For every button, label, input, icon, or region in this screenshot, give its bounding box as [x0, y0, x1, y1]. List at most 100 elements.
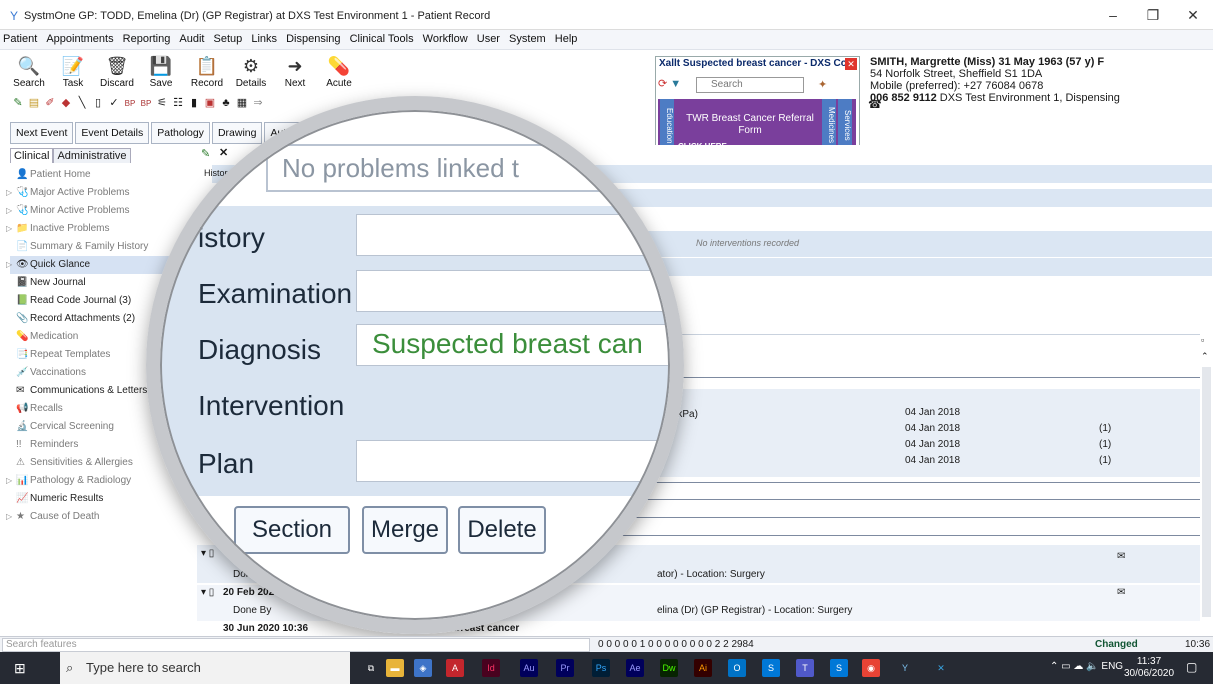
tab-administrative[interactable]: Administrative [53, 148, 131, 163]
bars-icon[interactable]: ▦ [234, 96, 250, 109]
expand-icon[interactable]: ▷ [6, 256, 12, 274]
skype-icon[interactable]: S [762, 659, 780, 677]
dxs-filter-icon[interactable]: ▼ [670, 78, 681, 90]
close-button[interactable]: ✕ [1176, 4, 1210, 26]
menu-system[interactable]: System [506, 30, 549, 48]
expand-icon[interactable]: ▷ [6, 220, 12, 238]
people-icon[interactable]: ♣ [218, 97, 234, 109]
dxs-refresh-icon[interactable]: ⟳ [658, 78, 667, 90]
file-explorer-icon[interactable]: ▬ [386, 659, 404, 677]
maximize-icon[interactable]: ▫ [1201, 335, 1204, 345]
illustrator-icon[interactable]: Ai [694, 659, 712, 677]
menu-audit[interactable]: Audit [176, 30, 207, 48]
vial-icon[interactable]: ◆ [58, 96, 74, 109]
event-details-button[interactable]: Event Details [75, 122, 150, 144]
sidebar-item-major-active-problems[interactable]: ▷ 🩺 Major Active Problems [6, 184, 197, 202]
minimize-button[interactable]: – [1096, 4, 1130, 26]
bp2-icon[interactable]: BP [138, 99, 154, 108]
details-button[interactable]: ⚙ Details [230, 54, 272, 89]
next-button[interactable]: ➜ Next [274, 54, 316, 89]
premiere-icon[interactable]: Pr [556, 659, 574, 677]
teams-icon[interactable]: T [796, 659, 814, 677]
task-button[interactable]: 📝 Task [52, 54, 94, 89]
folder-icon[interactable]: ▤ [26, 96, 42, 109]
menu-appointments[interactable]: Appointments [43, 30, 116, 48]
sidebar-item-patient-home[interactable]: 👤 Patient Home [10, 166, 197, 184]
letter-icon[interactable]: ✉ [1117, 551, 1125, 562]
taskbar-search[interactable]: ⌕ Type here to search [60, 652, 350, 684]
indesign-icon[interactable]: Id [482, 659, 500, 677]
discard-button[interactable]: 🗑 Discard [96, 54, 138, 89]
bp-icon[interactable]: BP [122, 99, 138, 108]
dxs-tools-icon[interactable]: ✦ [818, 78, 827, 91]
collapse-icon[interactable]: ▾ ▯ [201, 587, 214, 598]
menu-patient[interactable]: Patient [0, 30, 40, 48]
dxs-icon[interactable]: ✕ [932, 659, 950, 677]
expand-icon[interactable]: ▷ [6, 472, 12, 490]
microscope-icon[interactable]: ☷ [170, 96, 186, 109]
menu-setup[interactable]: Setup [211, 30, 246, 48]
language-indicator[interactable]: ENG [1101, 661, 1123, 672]
acute-button[interactable]: 💊 Acute [318, 54, 360, 89]
outlook-icon[interactable]: O [728, 659, 746, 677]
pen-icon[interactable]: ✐ [42, 96, 58, 109]
systmone-icon[interactable]: Y [896, 659, 914, 677]
menu-dispensing[interactable]: Dispensing [283, 30, 343, 48]
chrome-icon[interactable]: ◉ [862, 659, 880, 677]
sidebar-item-cause-of-death[interactable]: ▷ ★ Cause of Death [6, 508, 197, 526]
menu-clinical-tools[interactable]: Clinical Tools [347, 30, 417, 48]
after-effects-icon[interactable]: Ae [626, 659, 644, 677]
notification-icon[interactable]: ▢ [1186, 660, 1197, 674]
clear-icon[interactable]: ✕ [219, 146, 228, 159]
taskbar-search-label: Type here to search [86, 660, 201, 675]
windows-start-icon[interactable]: ⊞ [14, 660, 26, 677]
audition-icon[interactable]: Au [520, 659, 538, 677]
dxs-close-icon[interactable]: ✕ [845, 58, 857, 70]
chart-icon[interactable]: ⚟ [154, 96, 170, 109]
acrobat-icon[interactable]: A [446, 659, 464, 677]
problem-icon[interactable]: ✎ [10, 96, 26, 109]
problem-add-icon[interactable]: ✎ [201, 147, 210, 160]
bin-icon[interactable]: ▮ [186, 96, 202, 109]
expand-icon[interactable]: ▷ [6, 202, 12, 220]
next-event-button[interactable]: Next Event [10, 122, 74, 144]
task-view-icon[interactable]: ⧉ [362, 659, 380, 677]
taskbar-clock[interactable]: 11:37 30/06/2020 [1124, 656, 1174, 680]
skype-business-icon[interactable]: S [830, 659, 848, 677]
tab-clinical[interactable]: Clinical [10, 148, 54, 163]
pathology-button[interactable]: Pathology [151, 122, 210, 144]
check-icon[interactable]: ✓ [106, 96, 122, 109]
arrow-icon[interactable]: ⇒ [250, 96, 266, 109]
dxs-search-input[interactable]: Search [696, 77, 804, 93]
report-icon[interactable]: ▣ [202, 96, 218, 109]
drawing-button[interactable]: Drawing [211, 122, 263, 144]
restore-button[interactable]: ❐ [1136, 4, 1170, 26]
letter-icon[interactable]: ✉ [1117, 587, 1125, 598]
patient-address: 54 Norfolk Street, Sheffield S1 1DA [870, 68, 1043, 80]
scrollbar[interactable] [1202, 367, 1211, 617]
photoshop-icon[interactable]: Ps [592, 659, 610, 677]
menu-user[interactable]: User [474, 30, 503, 48]
app-icon[interactable]: ◈ [414, 659, 432, 677]
search-features-input[interactable]: Search features [2, 638, 590, 652]
menu-reporting[interactable]: Reporting [120, 30, 174, 48]
expand-icon[interactable]: ▷ [6, 184, 12, 202]
task-icon: 📝 [61, 56, 85, 76]
collapse-icon[interactable]: ▾ ▯ [201, 548, 214, 559]
menu-links[interactable]: Links [248, 30, 280, 48]
system-tray[interactable]: ⌃ ▭ ☁ 🔈 ENG [1050, 661, 1123, 672]
sidebar-item-label: Reminders [30, 439, 79, 450]
dreamweaver-icon[interactable]: Dw [660, 659, 678, 677]
menu-help[interactable]: Help [552, 30, 581, 48]
search-label: Search [13, 78, 45, 89]
menu-workflow[interactable]: Workflow [420, 30, 471, 48]
record-button[interactable]: 📋 Record [186, 54, 228, 89]
save-button[interactable]: 💾 Save [140, 54, 182, 89]
search-button[interactable]: 🔍 Search [8, 54, 50, 89]
expand-icon[interactable]: ▷ [6, 508, 12, 526]
next-icon: ➜ [287, 56, 303, 76]
jar-icon[interactable]: ▯ [90, 96, 106, 109]
scalpel-icon[interactable]: ╲ [74, 96, 90, 109]
sidebar-item-icon: 📁 [16, 223, 29, 234]
scroll-up-icon[interactable]: ⌃ [1201, 351, 1209, 362]
